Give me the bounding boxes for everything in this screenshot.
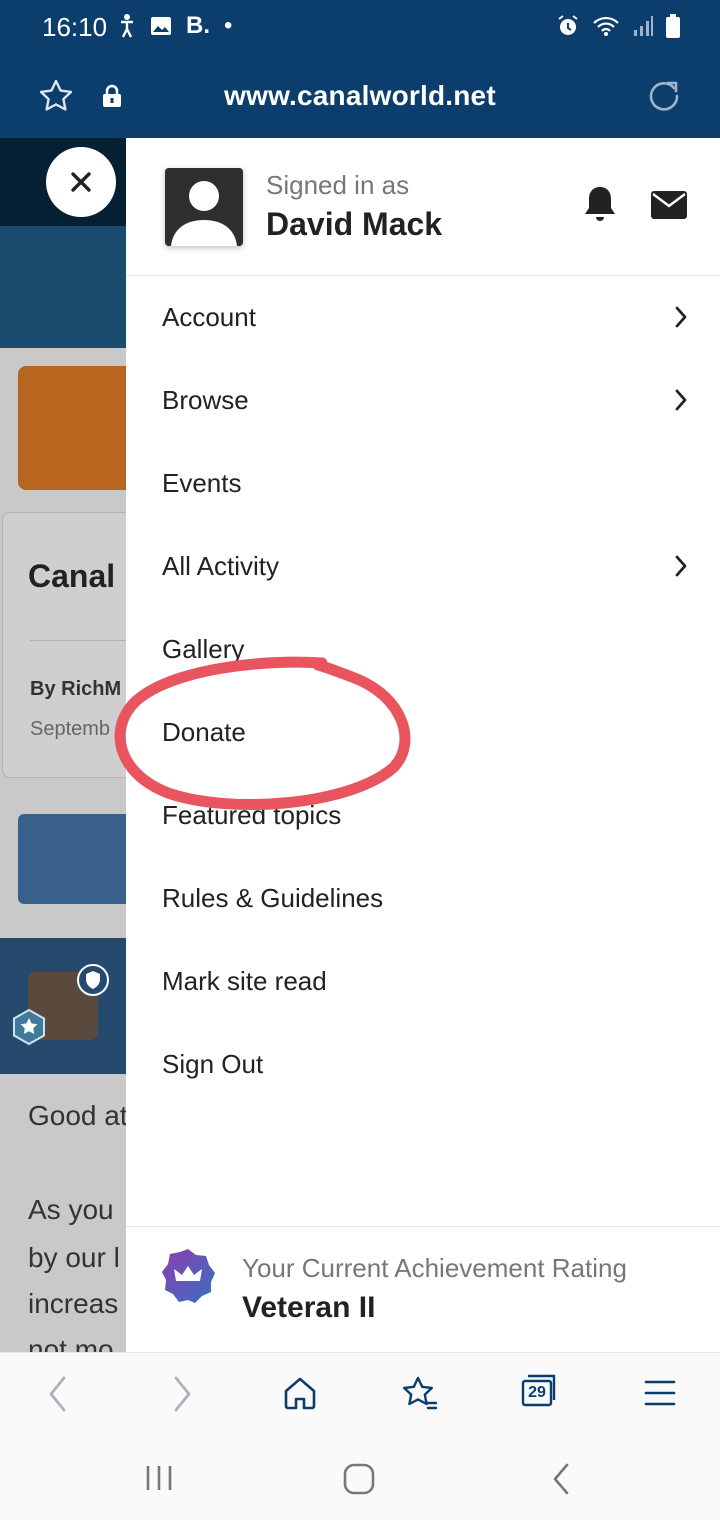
chevron-right-icon [675,306,687,328]
signed-in-label: Signed in as [266,170,410,200]
background-post-line: As you [28,1194,114,1225]
user-header: Signed in as David Mack [126,138,720,276]
system-navigation-bar [0,1436,720,1520]
status-time: 16:10 [42,12,108,42]
menu-item-mark-site-read[interactable]: Mark site read [126,940,720,1023]
messages-envelope-icon[interactable] [650,190,688,220]
menu-item-label: Sign Out [162,1049,264,1079]
background-card-date: Septemb [30,718,111,740]
home-nav-icon[interactable] [342,1462,376,1496]
menu-item-rules-guidelines[interactable]: Rules & Guidelines [126,857,720,940]
tab-count: 29 [528,1384,546,1401]
menu-item-events[interactable]: Events [126,442,720,525]
menu-item-label: Account [162,302,256,332]
achievement-value: Veteran II [242,1291,376,1324]
browser-bottom-bar: 29 [0,1352,720,1436]
battery-icon [666,14,680,38]
notification-bell-icon[interactable] [582,184,618,224]
recent-apps-icon[interactable] [144,1464,174,1492]
achievement-rating[interactable]: Your Current Achievement Rating Veteran … [126,1226,720,1352]
default-user-icon [165,168,243,246]
close-menu-button[interactable] [46,147,116,217]
tabs-button[interactable]: 29 [520,1373,558,1409]
menu-item-account[interactable]: Account [126,276,720,359]
menu-item-label: Browse [162,385,249,415]
alarm-icon [558,15,578,35]
crown-badge-icon [162,1249,215,1303]
menu-item-sign-out[interactable]: Sign Out [126,1023,720,1106]
background-hero [0,226,126,348]
background-page: Canal By RichM Septemb Good at As you by… [0,138,126,1352]
gallery-icon [151,17,171,35]
signal-icon [634,16,653,36]
forward-arrow-icon[interactable] [170,1375,194,1413]
wifi-icon [593,16,619,36]
background-post-line: by our l [28,1242,120,1273]
close-icon [71,172,91,192]
menu-hamburger-icon[interactable] [644,1379,676,1407]
accessibility-icon [121,14,133,38]
chevron-right-icon [675,555,687,577]
status-brand: B. [186,12,210,39]
reload-icon[interactable] [646,78,682,114]
back-nav-icon[interactable] [550,1462,572,1496]
menu-item-label: Mark site read [162,966,327,996]
home-icon[interactable] [282,1375,318,1411]
browser-top-bar: 16:10 B. • www.canalworld.net [0,0,720,138]
menu-item-all-activity[interactable]: All Activity [126,525,720,608]
url-bar[interactable]: www.canalworld.net [0,80,720,112]
achievement-label: Your Current Achievement Rating [242,1253,627,1283]
menu-item-label: Rules & Guidelines [162,883,384,913]
background-blue-button [18,814,126,904]
chevron-right-icon [675,389,687,411]
background-post-line: increas [28,1288,119,1319]
background-card-title: Canal [28,558,116,594]
user-name[interactable]: David Mack [266,206,442,243]
menu-item-label: Events [162,468,242,498]
annotation-circle [114,656,411,810]
menu-item-browse[interactable]: Browse [126,359,720,442]
status-dot: • [224,12,233,39]
back-arrow-icon[interactable] [46,1375,70,1413]
background-card-author: By RichM [30,678,122,700]
bookmarks-star-icon[interactable] [400,1375,440,1413]
divider [30,640,126,641]
background-post-line: not mo [28,1334,114,1352]
avatar[interactable] [165,168,243,246]
badge-star-icon [13,1008,45,1046]
shield-badge-icon [77,964,109,996]
background-post-line: Good at [28,1100,126,1131]
background-orange-block [18,366,126,490]
menu-item-label: All Activity [162,551,280,581]
